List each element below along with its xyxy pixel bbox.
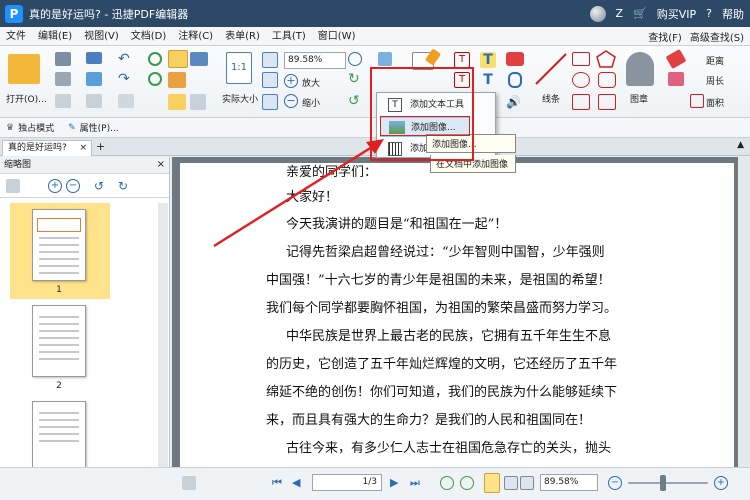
annotation-arrow [213, 139, 384, 248]
